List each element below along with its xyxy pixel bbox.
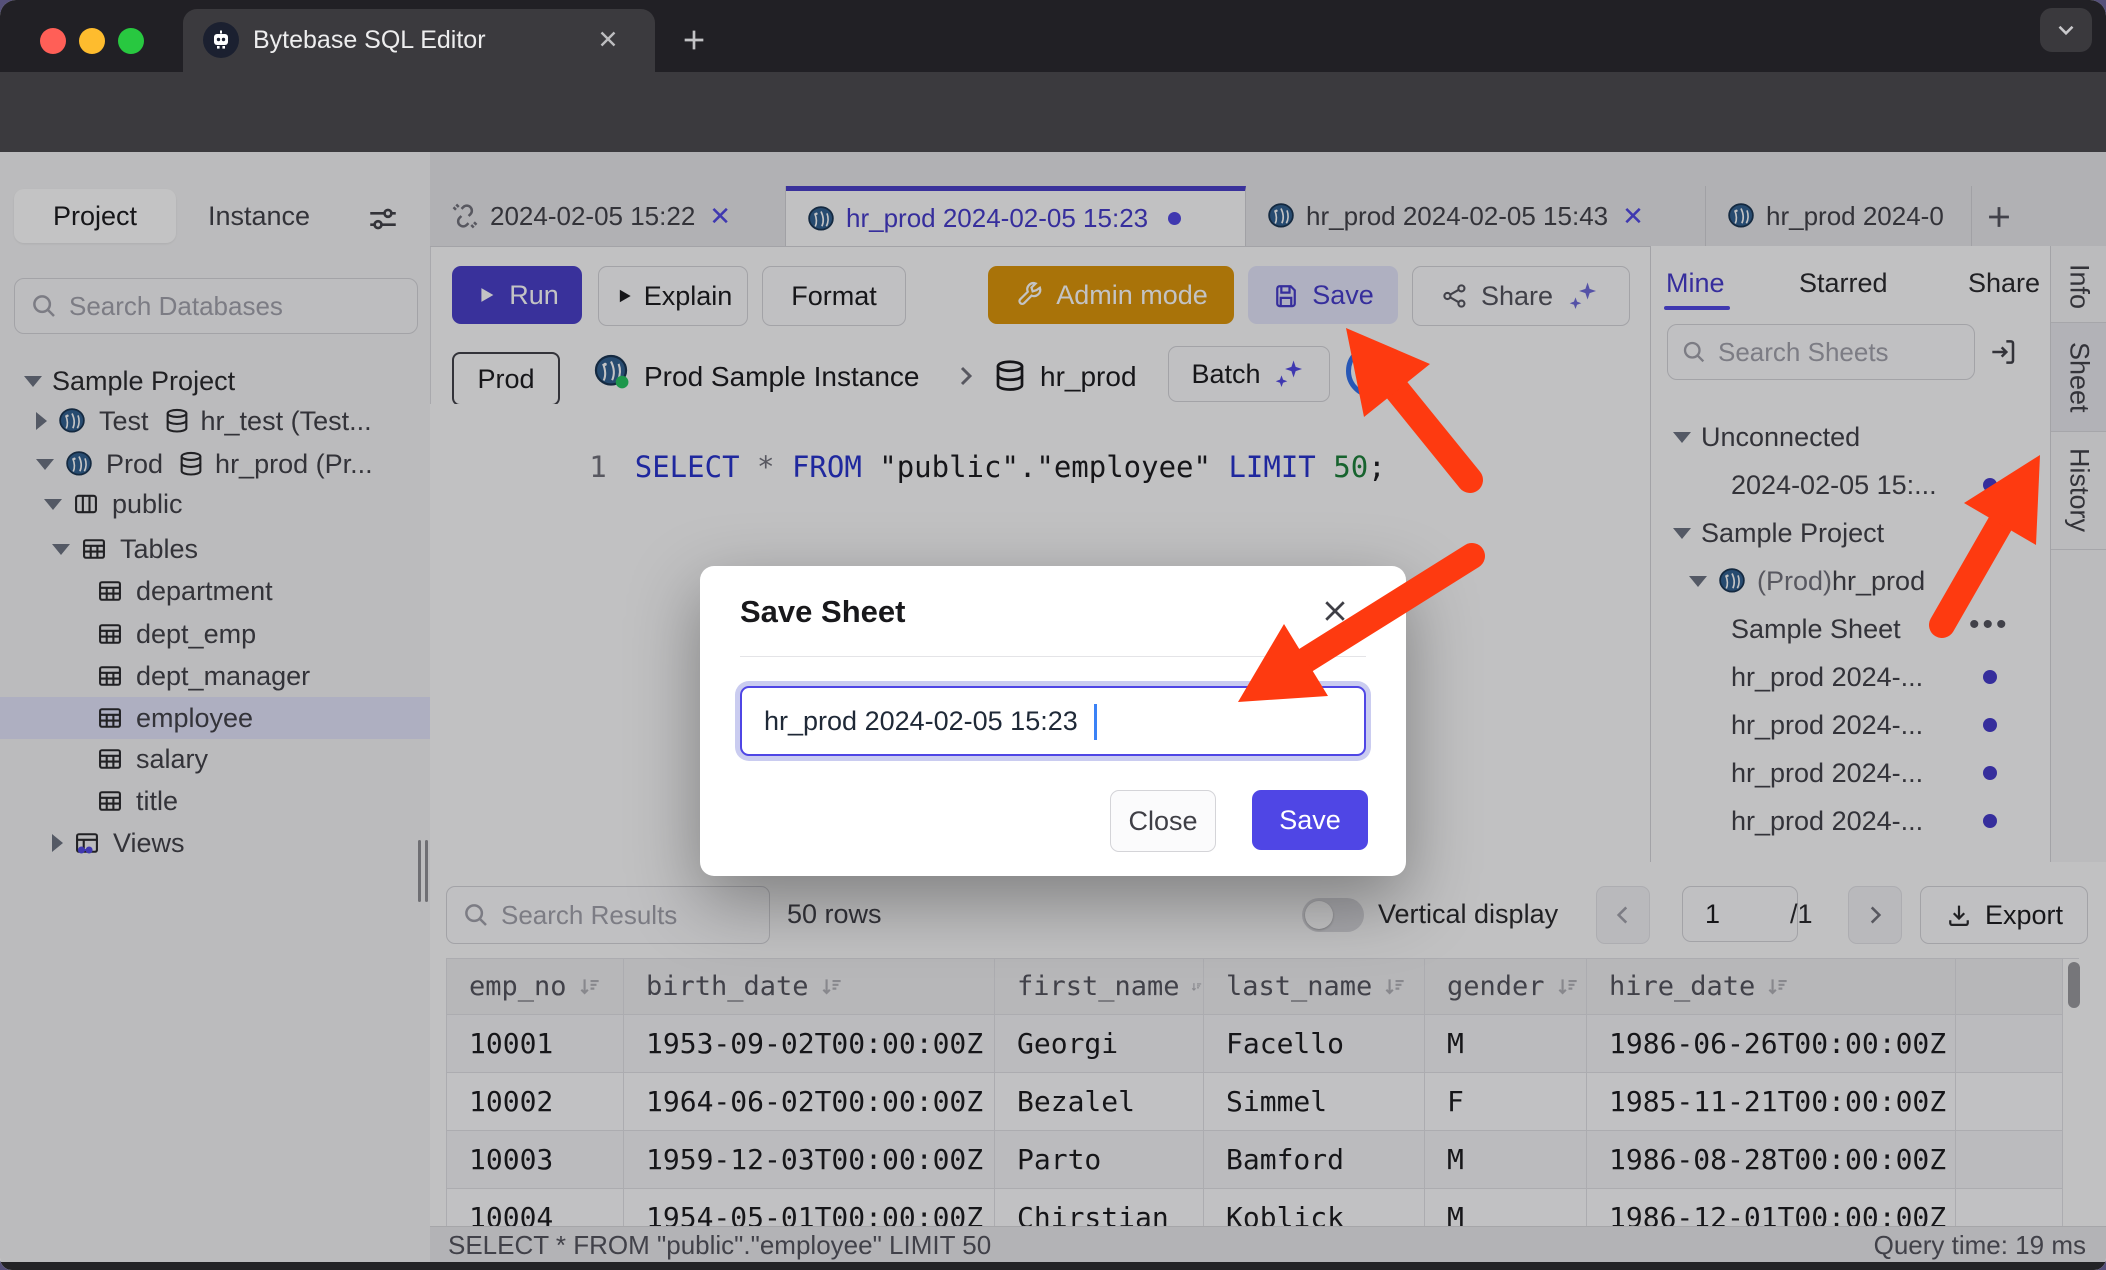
browser-tab-title: Bytebase SQL Editor bbox=[253, 9, 486, 72]
browser-tab-bar: Bytebase SQL Editor bbox=[0, 0, 2106, 72]
save-sheet-dialog: Save Sheet Close Save bbox=[700, 566, 1406, 876]
tab-search-chevron-icon[interactable] bbox=[2040, 8, 2092, 52]
browser-toolbar: localhost:8080/sql-editor/prod-sample-in… bbox=[0, 72, 2106, 152]
browser-tab-close-icon[interactable] bbox=[595, 26, 621, 52]
traffic-light-minimize[interactable] bbox=[79, 28, 105, 54]
traffic-light-zoom[interactable] bbox=[118, 28, 144, 54]
dialog-divider bbox=[740, 656, 1366, 657]
dialog-save-button[interactable]: Save bbox=[1252, 790, 1368, 850]
dialog-close-button[interactable]: Close bbox=[1110, 790, 1216, 852]
traffic-light-close[interactable] bbox=[40, 28, 66, 54]
dialog-close-icon[interactable] bbox=[1320, 596, 1350, 626]
browser-tab[interactable]: Bytebase SQL Editor bbox=[183, 9, 655, 72]
browser-window: Bytebase SQL Editor localhost:8080/sql-e… bbox=[0, 0, 2106, 1270]
sheet-name-input[interactable] bbox=[740, 686, 1366, 756]
dialog-title: Save Sheet bbox=[740, 594, 905, 630]
bytebase-favicon bbox=[203, 22, 239, 58]
text-caret bbox=[1094, 704, 1097, 740]
new-tab-icon[interactable] bbox=[678, 24, 710, 56]
